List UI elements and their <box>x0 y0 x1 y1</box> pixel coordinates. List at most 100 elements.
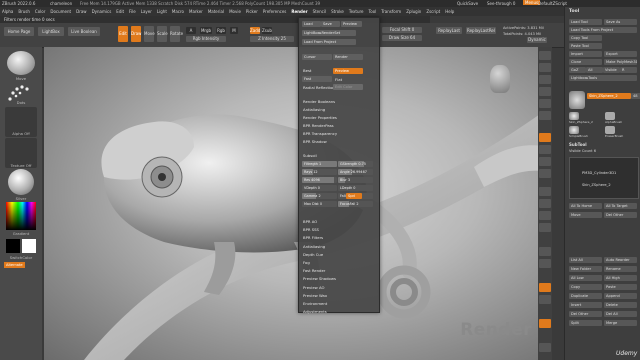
menu-file[interactable]: File <box>129 9 136 14</box>
tool-thumbnail[interactable]: Skin_ZSphere_2 <box>569 112 593 124</box>
rgb-intensity-slider[interactable]: Rgb Intensity <box>186 36 226 42</box>
edit-color-button[interactable]: Edit Color <box>333 84 363 90</box>
render-item-preview-wax[interactable]: Preview Wax <box>303 293 327 298</box>
menu-light[interactable]: Light <box>157 9 167 14</box>
subtool-paste-button[interactable]: Paste <box>604 284 637 290</box>
current-tool-thumbnail[interactable] <box>569 91 585 109</box>
cursor-button[interactable]: Cursor <box>302 54 332 60</box>
subtool-del-other-button[interactable]: Del Other <box>569 311 602 317</box>
render-item-fog[interactable]: Fog <box>303 260 310 265</box>
menu-picker[interactable]: Picker <box>246 9 258 14</box>
subtool-delete-button[interactable]: Delete <box>604 302 637 308</box>
render-item-bpr-transparency[interactable]: BPR Transparency <box>303 131 337 136</box>
subtool-arrow-all-to-target-button[interactable]: All To Target <box>604 203 637 209</box>
tool-clone-button[interactable]: Clone <box>569 59 602 65</box>
subtool-append-button[interactable]: Append <box>604 293 637 299</box>
polyf-icon[interactable] <box>539 247 551 256</box>
mrgb-button[interactable]: Mrgb <box>200 27 212 34</box>
subtool-all-low-button[interactable]: All Low <box>569 275 602 281</box>
rotate-button[interactable]: Rotate <box>170 26 183 42</box>
rgb-button[interactable]: Rgb <box>216 27 226 34</box>
actual-icon[interactable] <box>539 99 551 108</box>
transp-icon[interactable] <box>539 259 551 268</box>
bpr-slider[interactable]: Max Dist 0 <box>302 201 337 207</box>
canvas-viewport[interactable]: Render <box>44 47 550 360</box>
render-item-antialiasing[interactable]: Antialiasing <box>303 107 325 112</box>
replay-last-button[interactable]: ReplayLast <box>436 27 462 34</box>
menu-movie[interactable]: Movie <box>229 9 241 14</box>
subtool-list[interactable]: PM3D_Cylinder3D1 Skin_ZSphere_2 <box>569 157 639 199</box>
zsub-button[interactable]: Zsub <box>262 27 272 34</box>
zoom3d-icon[interactable] <box>539 211 551 220</box>
tool-all-button[interactable]: All <box>586 67 603 73</box>
menu-render[interactable]: Render <box>291 9 307 14</box>
subtool-all-high-button[interactable]: All High <box>604 275 637 281</box>
subtool-item[interactable]: PM3D_Cylinder3D1 <box>582 171 616 175</box>
lightbox-renderset-button[interactable]: LightBox▸RenderSet <box>302 30 356 36</box>
zadd-button[interactable]: Zadd <box>250 27 260 34</box>
menu-color[interactable]: Color <box>35 9 45 14</box>
bpr-slider[interactable]: Gamma 2 <box>302 193 337 199</box>
tool-r-button[interactable]: R <box>620 67 637 73</box>
subtool-split-button[interactable]: Split <box>569 320 602 326</box>
dynamic-persp-icon[interactable] <box>539 319 551 328</box>
subtool-merge-button[interactable]: Merge <box>604 320 637 326</box>
render-item-bpr-filters[interactable]: BPR Filters <box>303 235 323 240</box>
menu-preferences[interactable]: Preferences <box>263 9 287 14</box>
home-page-button[interactable]: Home Page <box>4 27 34 36</box>
subtool-auto-reorder-button[interactable]: Auto Reorder <box>604 257 637 263</box>
live-boolean-button[interactable]: Live Boolean <box>68 27 100 36</box>
subtool-list-all-button[interactable]: List All <box>569 257 602 263</box>
spd-toggle[interactable]: Spd <box>346 193 362 199</box>
z-intensity-slider[interactable]: Z Intensity 25 <box>250 36 294 42</box>
menu-zplugin[interactable]: Zplugin <box>406 9 421 14</box>
menu-stencil[interactable]: Stencil <box>313 9 327 14</box>
focal-shift-slider[interactable]: Focal Shift 0 <box>382 27 422 33</box>
menu-macro[interactable]: Macro <box>172 9 184 14</box>
xyz-icon[interactable] <box>539 169 551 178</box>
dynamic-button[interactable]: Dynamic <box>527 37 547 43</box>
render-preview-button[interactable]: Preview <box>341 21 362 27</box>
bpr-slider[interactable]: GStrength 0.75 <box>338 161 373 167</box>
render-save-button[interactable]: Save <box>321 21 340 27</box>
default-zscript-button[interactable]: DefaultZScript <box>538 1 567 6</box>
a-button[interactable]: A <box>186 27 196 34</box>
bpr-icon[interactable] <box>539 51 551 60</box>
fast-mode-button[interactable]: Fast <box>302 76 332 82</box>
subtool-arrow-all-to-home-button[interactable]: All To Home <box>569 203 602 209</box>
render-item-fast-render[interactable]: Fast Render <box>303 268 325 273</box>
menu-dynamics[interactable]: Dynamics <box>92 9 112 14</box>
load-from-project-button[interactable]: Load From Project <box>302 39 356 45</box>
lightbox-shelf-icon[interactable] <box>539 343 551 352</box>
bpr-slider[interactable]: VDepth 0 <box>302 185 337 191</box>
zoom-icon[interactable] <box>539 87 551 96</box>
subtool-item[interactable]: Skin_ZSphere_2 <box>582 183 611 187</box>
move-button[interactable]: Move <box>144 26 155 42</box>
menu-alpha[interactable]: Alpha <box>2 9 13 14</box>
draw-button[interactable]: Draw <box>131 26 141 42</box>
render-item-environment[interactable]: Environment <box>303 301 327 306</box>
subtool-rename-button[interactable]: Rename <box>604 266 637 272</box>
m-button[interactable]: M <box>230 27 238 34</box>
render-item-depth-cue[interactable]: Depth Cue <box>303 252 323 257</box>
brush-thumbnail[interactable] <box>7 51 35 75</box>
scroll-icon[interactable] <box>539 75 551 84</box>
solo-icon[interactable] <box>539 283 551 292</box>
edit-button[interactable]: Edit <box>118 26 128 42</box>
local-icon[interactable] <box>539 157 551 166</box>
frame-icon[interactable] <box>539 187 551 196</box>
render-item-render-properties[interactable]: Render Properties <box>303 115 337 120</box>
tool-load-tools-from-project-button[interactable]: Load Tools From Project <box>569 27 637 33</box>
draw-size-slider[interactable]: Draw Size 64 <box>382 35 422 41</box>
tool-thumbnail[interactable]: AlphaBrush <box>605 112 622 124</box>
scale-button[interactable]: Scale <box>157 26 168 42</box>
subtool-copy-button[interactable]: Copy <box>569 284 602 290</box>
aahalf-icon[interactable] <box>539 111 551 120</box>
primary-color-swatch[interactable] <box>6 239 20 253</box>
bpr-slider[interactable]: FocusFall 2 <box>338 201 373 207</box>
subtool-arrow-move-button[interactable]: Move <box>569 212 602 218</box>
see-through-slider[interactable]: See-through 0 <box>487 1 515 6</box>
menu-marker[interactable]: Marker <box>189 9 203 14</box>
navigation-head-widget[interactable] <box>490 65 510 93</box>
subtool-arrow-del-other-button[interactable]: Del Other <box>604 212 637 218</box>
